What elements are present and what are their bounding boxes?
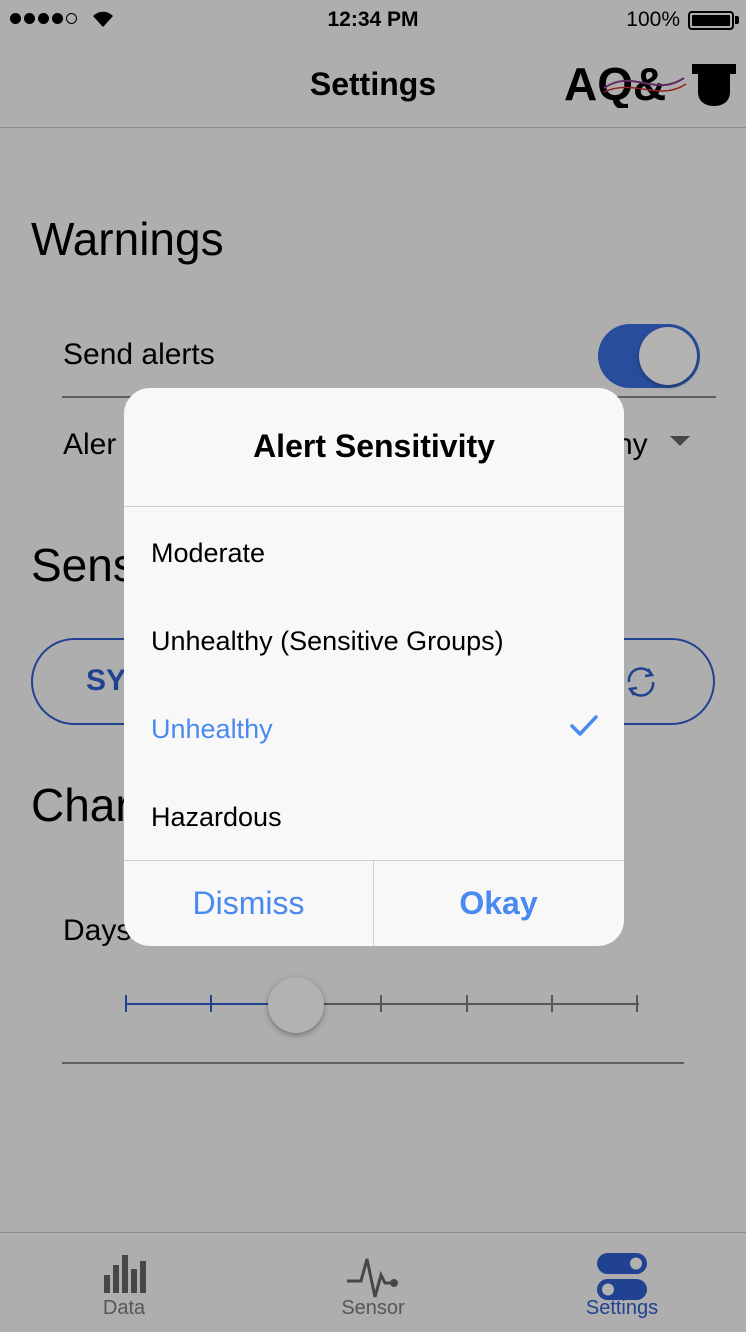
checkmark-icon <box>570 715 598 736</box>
option-moderate[interactable]: Moderate <box>124 508 624 596</box>
option-unhealthy-sensitive-groups[interactable]: Unhealthy (Sensitive Groups) <box>124 596 624 684</box>
dismiss-button[interactable]: Dismiss <box>124 861 373 946</box>
option-label: Unhealthy (Sensitive Groups) <box>151 626 504 656</box>
option-hazardous[interactable]: Hazardous <box>124 772 624 860</box>
option-label: Unhealthy <box>151 714 273 744</box>
option-label: Moderate <box>151 538 266 568</box>
option-label: Hazardous <box>151 802 282 832</box>
option-unhealthy[interactable]: Unhealthy <box>124 684 624 772</box>
alert-sensitivity-dialog: Alert Sensitivity Moderate Unhealthy (Se… <box>124 388 624 946</box>
dialog-title: Alert Sensitivity <box>253 428 495 464</box>
okay-button[interactable]: Okay <box>374 861 623 946</box>
dialog-divider <box>124 506 624 507</box>
